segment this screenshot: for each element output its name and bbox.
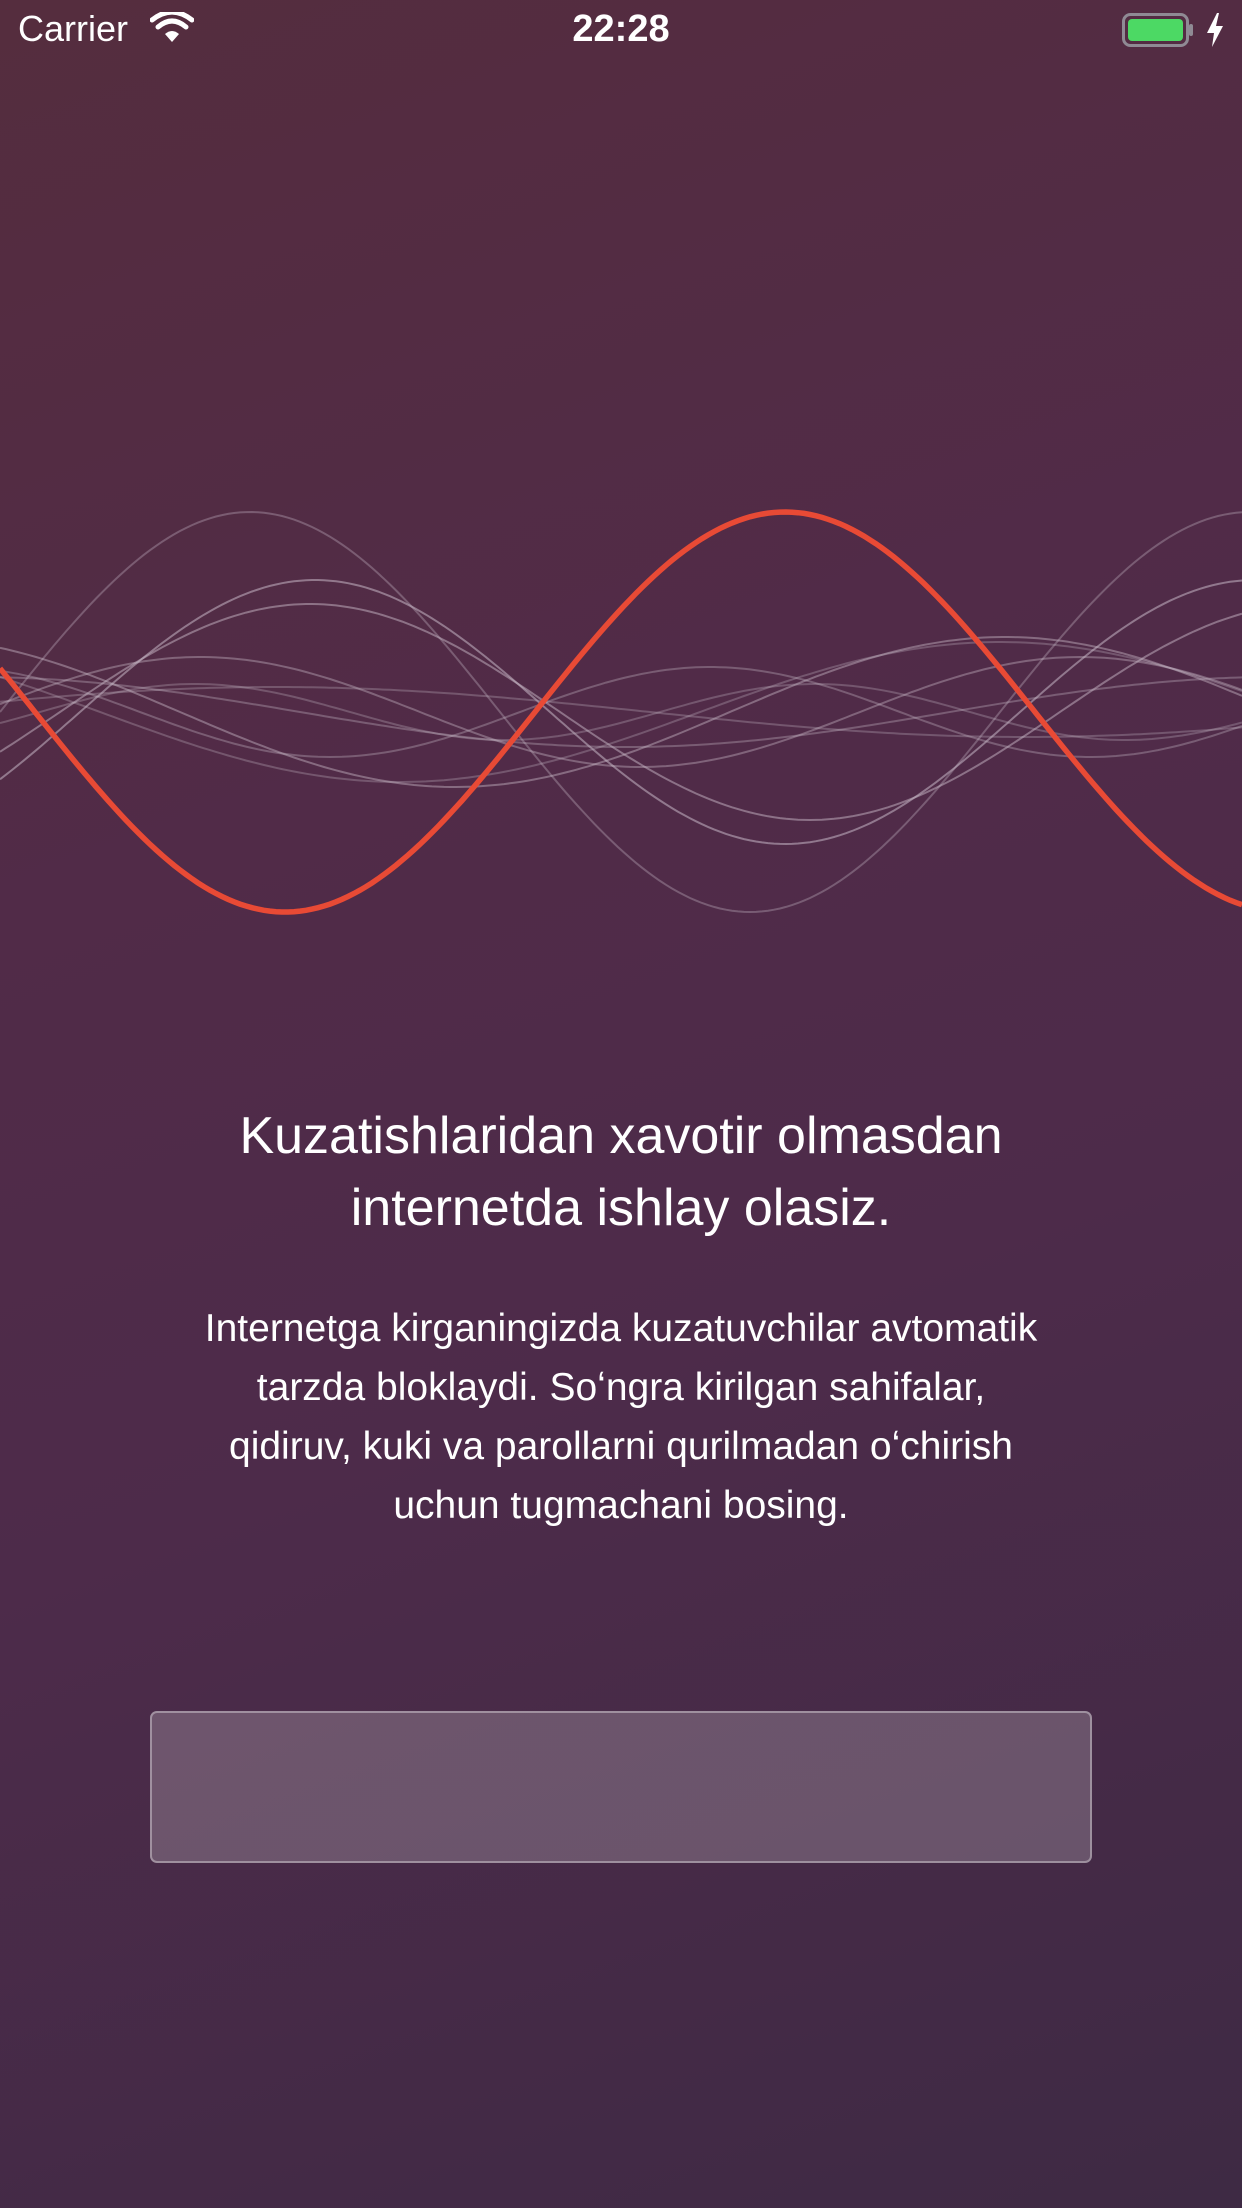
wave-line-accent — [0, 509, 1242, 915]
wave-line-9 — [0, 641, 1242, 783]
onboarding-description: Internetga kirganingizda kuzatuvchilar a… — [131, 1299, 1111, 1535]
wave-line-10 — [0, 510, 1242, 914]
onboarding-title: Kuzatishlaridan xavotir olmasdan interne… — [121, 1100, 1121, 1244]
description-line-2: tarzda bloklaydi. Soʻngra kirilgan sahif… — [256, 1366, 986, 1409]
description-line-3: qidiruv, kuki va parollarni qurilmadan o… — [229, 1425, 1013, 1468]
charging-bolt-icon — [1207, 13, 1223, 47]
wave-line-7 — [0, 683, 1242, 741]
wave-line-3 — [0, 636, 1242, 788]
wave-line-4 — [0, 655, 1242, 768]
wave-line-2 — [0, 603, 1242, 822]
sound-wave-illustration — [0, 509, 1242, 915]
description-line-1: Internetga kirganingizda kuzatuvchilar a… — [204, 1307, 1038, 1350]
wave-line-1 — [0, 579, 1242, 846]
status-time: 22:28 — [572, 8, 670, 50]
continue-button[interactable] — [150, 1711, 1092, 1863]
title-line-1: Kuzatishlaridan xavotir olmasdan — [239, 1107, 1003, 1165]
description-line-4: uchun tugmachani bosing. — [393, 1484, 849, 1527]
status-bar: Carrier 22:28 — [0, 0, 1242, 60]
title-line-2: internetda ishlay olasiz. — [350, 1179, 892, 1237]
battery-icon — [1122, 13, 1193, 47]
